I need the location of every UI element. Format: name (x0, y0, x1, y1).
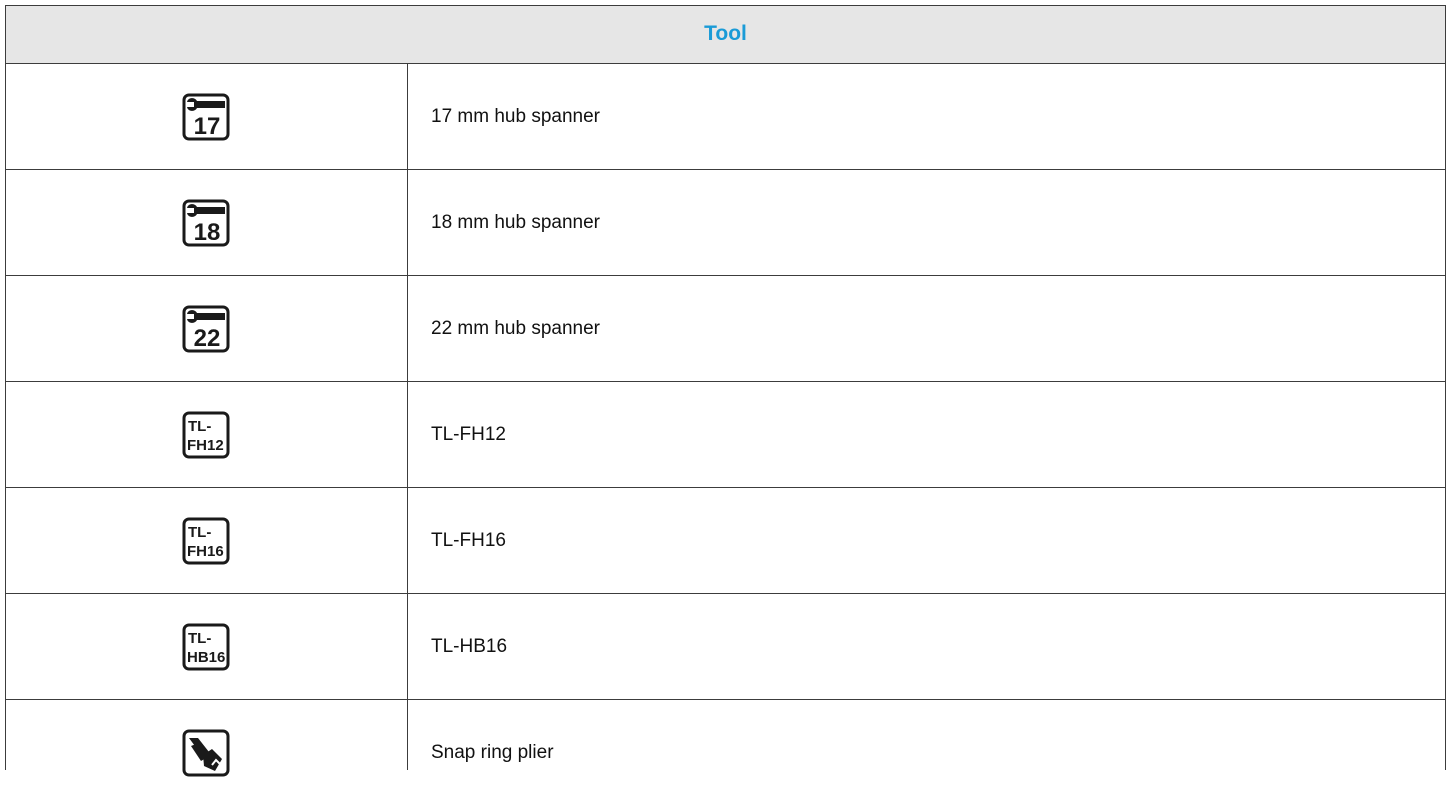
icon-cell (5, 700, 407, 805)
name-cell: 22 mm hub spanner (408, 276, 1446, 381)
row-divider (5, 487, 1446, 488)
tool-name: TL-FH16 (431, 529, 506, 551)
tool-code-line2: FH12 (187, 437, 224, 454)
tool-name: 17 mm hub spanner (431, 105, 600, 127)
row-divider (5, 63, 1446, 64)
header-title: Tool (704, 22, 747, 45)
icon-cell: TL- FH12 (5, 382, 407, 487)
tool-table: Tool 17 17 mm hub spanner 18 18 mm hub s… (5, 5, 1446, 776)
name-cell: TL-FH16 (408, 488, 1446, 593)
tool-code-line1: TL- (188, 418, 211, 435)
name-cell: 18 mm hub spanner (408, 170, 1446, 275)
table-row: 18 18 mm hub spanner (5, 170, 1446, 275)
table-header: Tool (5, 5, 1446, 63)
tool-name: TL-FH12 (431, 423, 506, 445)
column-divider (407, 63, 408, 770)
spanner-size-label: 17 (194, 113, 221, 140)
tool-name: 22 mm hub spanner (431, 317, 600, 339)
icon-cell: 22 (5, 276, 407, 381)
table-border-top (5, 5, 1446, 6)
icon-cell: TL- FH16 (5, 488, 407, 593)
table-row: TL- FH12 TL-FH12 (5, 382, 1446, 487)
tool-code-line1: TL- (188, 630, 211, 647)
tool-code-line1: TL- (188, 524, 211, 541)
spanner-size-label: 22 (194, 325, 221, 352)
table-row: 17 17 mm hub spanner (5, 64, 1446, 169)
table-border-right (1445, 5, 1446, 770)
spanner-size-label: 18 (194, 219, 221, 246)
name-cell: TL-HB16 (408, 594, 1446, 699)
spanner-22-icon: 22 (182, 305, 230, 353)
table-row: TL- FH16 TL-FH16 (5, 488, 1446, 593)
icon-cell: 18 (5, 170, 407, 275)
spanner-18-icon: 18 (182, 199, 230, 247)
tool-code-line2: FH16 (187, 543, 224, 560)
tool-name: 18 mm hub spanner (431, 211, 600, 233)
icon-cell: TL- HB16 (5, 594, 407, 699)
row-divider (5, 699, 1446, 700)
tool-name: Snap ring plier (431, 741, 554, 763)
snap-ring-plier-icon (182, 729, 230, 777)
row-divider (5, 169, 1446, 170)
name-cell: 17 mm hub spanner (408, 64, 1446, 169)
tool-code-line2: HB16 (187, 649, 225, 666)
table-row: 22 22 mm hub spanner (5, 276, 1446, 381)
tl-fh16-icon: TL- FH16 (182, 517, 230, 565)
row-divider (5, 593, 1446, 594)
table-row: TL- HB16 TL-HB16 (5, 594, 1446, 699)
tool-name: TL-HB16 (431, 635, 508, 657)
icon-cell: 17 (5, 64, 407, 169)
row-divider (5, 381, 1446, 382)
table-row: Snap ring plier (5, 700, 1446, 805)
tl-hb16-icon: TL- HB16 (182, 623, 230, 671)
name-cell: Snap ring plier (408, 700, 1446, 805)
tl-fh12-icon: TL- FH12 (182, 411, 230, 459)
row-divider (5, 275, 1446, 276)
name-cell: TL-FH12 (408, 382, 1446, 487)
table-border-left (5, 5, 6, 770)
spanner-17-icon: 17 (182, 93, 230, 141)
